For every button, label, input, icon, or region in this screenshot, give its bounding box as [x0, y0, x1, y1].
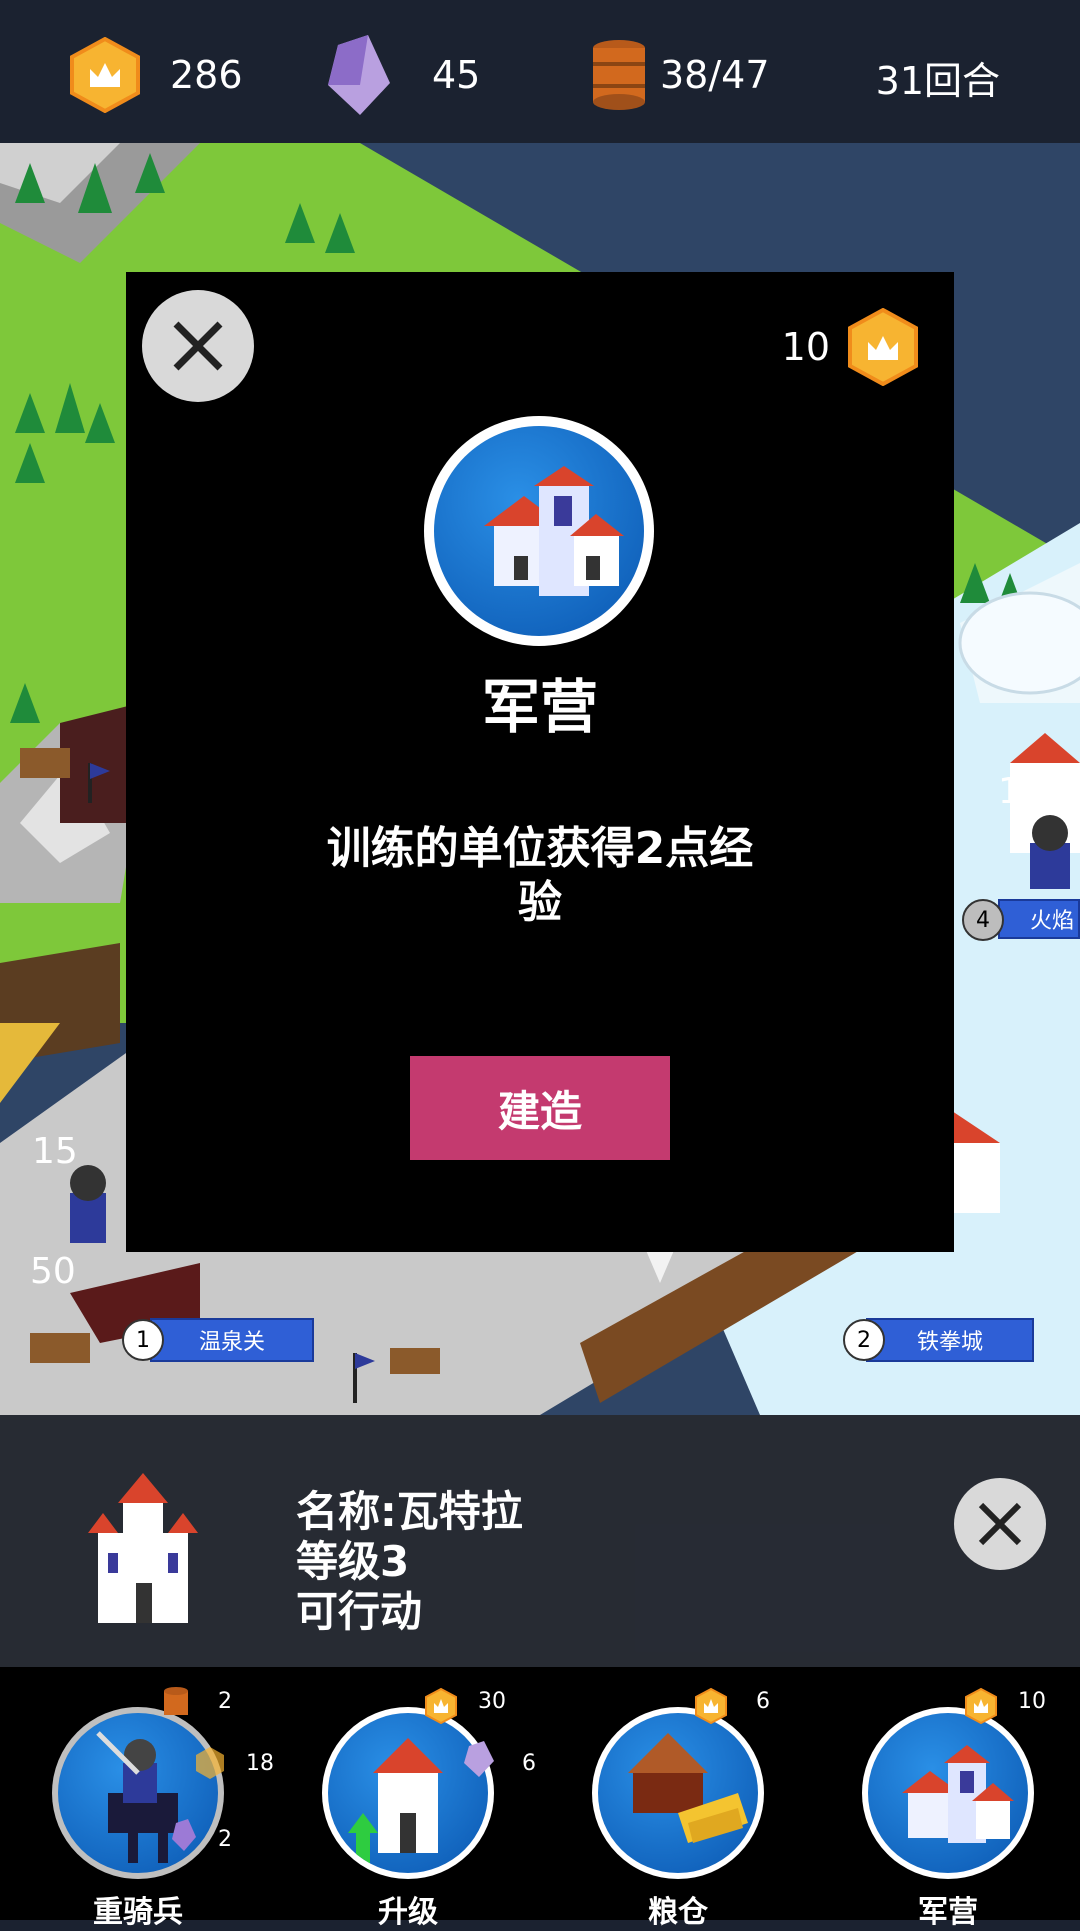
action-label: 重骑兵 [93, 1895, 183, 1930]
city-level-line: 等级3 [296, 1537, 410, 1586]
gem-counter: 45 [328, 35, 481, 115]
gem-value: 45 [432, 53, 481, 97]
city-label-tiequancheng[interactable]: 铁拳城 [866, 1318, 1034, 1362]
city-info-panel: 名称:瓦特拉 等级3 可行动 [0, 1415, 1080, 1667]
gold-hexagon-icon [70, 37, 140, 113]
crystal-icon [464, 1741, 494, 1777]
city-label-wenquanguan[interactable]: 温泉关 [150, 1318, 314, 1362]
build-button[interactable]: 建造 [410, 1056, 670, 1160]
action-label: 升级 [378, 1895, 438, 1930]
upgrade-palace-icon [348, 1738, 443, 1863]
gold-value: 286 [170, 53, 243, 97]
city-name: 火焰 [1029, 909, 1074, 934]
action-granary[interactable]: 6 粮仓 [562, 1687, 782, 1930]
turn-counter: 31回合 [875, 59, 1000, 103]
granary-gold-cost: 6 [756, 1689, 770, 1714]
city-palace-icon [88, 1473, 198, 1623]
barrel-icon [164, 1687, 188, 1715]
barracks-building-icon [484, 466, 624, 596]
cavalry-gem-cost: 2 [218, 1827, 232, 1852]
close-icon [173, 321, 223, 371]
gold-hexagon-icon [425, 1687, 457, 1725]
city-number-badge: 4 [962, 899, 1004, 941]
city-info-text: 名称:瓦特拉 等级3 可行动 [296, 1487, 523, 1637]
action-upgrade[interactable]: 30 6 升级 [292, 1687, 536, 1930]
gold-hexagon-icon [965, 1687, 997, 1725]
upgrade-gem-cost: 6 [522, 1751, 536, 1776]
barracks-building-icon [902, 1745, 1014, 1843]
action-barracks[interactable]: 10 军营 [832, 1687, 1052, 1930]
crystal-icon [328, 35, 390, 115]
gold-hexagon-icon [196, 1747, 224, 1779]
cavalry-gold-cost: 18 [246, 1751, 274, 1776]
crystal-icon [172, 1819, 196, 1851]
unit-hp-left: 15 [32, 1131, 78, 1172]
building-modal: 10 军营 训练的单位获得2点经验 建造 [126, 272, 954, 1252]
modal-title: 军营 [481, 673, 598, 741]
close-icon [978, 1502, 1022, 1546]
unit-hp-left-lower: 50 [30, 1251, 76, 1292]
info-close-button[interactable] [954, 1478, 1046, 1570]
modal-description: 训练的单位获得2点经验 [326, 823, 754, 928]
action-bar: 2 18 2 重骑兵 30 6 升级 6 粮仓 10 军营 [0, 1667, 1080, 1930]
gold-counter: 286 [70, 37, 243, 113]
city-number-badge: 2 [843, 1319, 885, 1361]
barrel-icon [593, 40, 645, 110]
top-resource-bar: 286 45 38/47 31回合 [0, 0, 1080, 143]
cavalry-food-cost: 2 [218, 1689, 232, 1714]
city-status-line: 可行动 [296, 1587, 423, 1636]
granary-icon [628, 1733, 748, 1843]
city-label-huoyan[interactable]: 火焰 [998, 899, 1080, 939]
food-value: 38/47 [660, 53, 770, 97]
city-name: 温泉关 [198, 1330, 265, 1355]
barracks-gold-cost: 10 [1018, 1689, 1046, 1714]
city-name-line: 名称:瓦特拉 [296, 1487, 523, 1536]
unit-hp-right: 15 [998, 771, 1044, 812]
build-cost: 10 [782, 308, 918, 386]
food-counter: 38/47 [590, 40, 770, 110]
gold-hexagon-icon [695, 1687, 727, 1725]
gold-hexagon-icon [848, 308, 918, 386]
action-label: 军营 [918, 1895, 978, 1930]
city-number-badge: 1 [122, 1319, 164, 1361]
upgrade-gold-cost: 30 [478, 1689, 506, 1714]
build-cost-value: 10 [781, 325, 830, 369]
action-label: 粮仓 [648, 1895, 708, 1930]
city-name: 铁拳城 [916, 1330, 983, 1355]
barracks-icon [424, 416, 654, 646]
modal-close-button[interactable] [142, 290, 254, 402]
action-heavy-cavalry[interactable]: 2 18 2 重骑兵 [22, 1687, 274, 1930]
